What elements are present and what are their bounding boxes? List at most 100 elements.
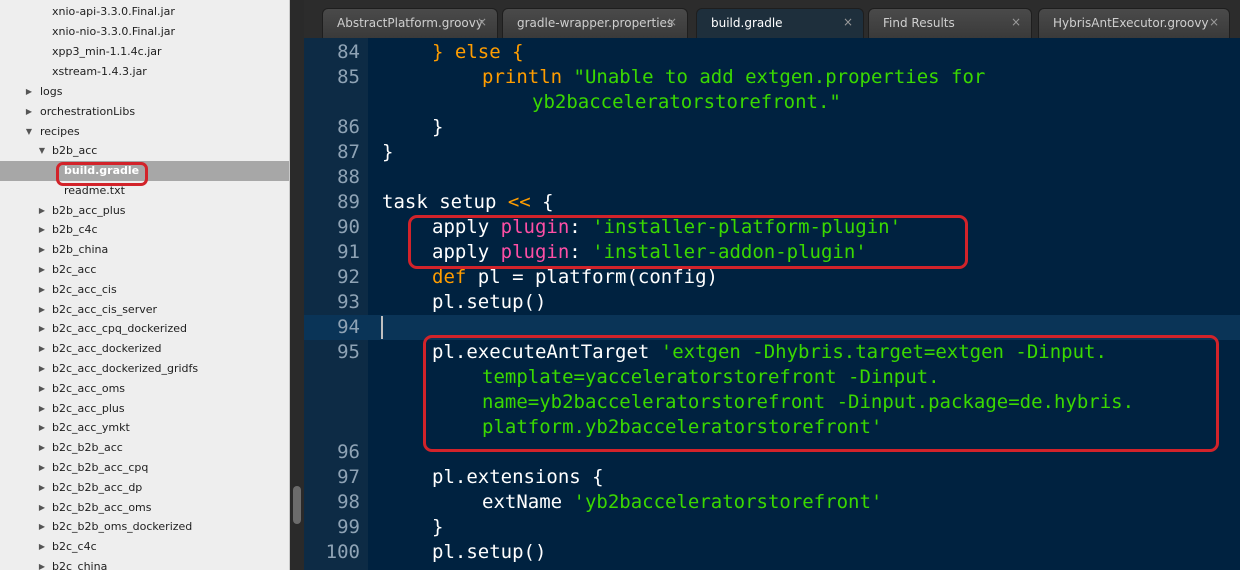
tree-file[interactable]: xpp3_min-1.1.4c.jar <box>0 42 289 62</box>
tree-folder-label: b2c_b2b_acc_cpq <box>52 461 149 474</box>
tree-folder[interactable]: ▶ b2b_c4c <box>0 220 289 240</box>
code-line-100: pl.setup() <box>432 541 547 563</box>
tree-folder[interactable]: ▶ b2c_acc_dockerized <box>0 339 289 359</box>
code-line-85-wrap: yb2bacceleratorstorefront." <box>532 90 841 115</box>
expand-arrow-icon[interactable]: ▶ <box>37 478 47 498</box>
code-token-string: "Unable to add extgen.properties for <box>573 66 986 88</box>
expand-arrow-icon[interactable]: ▶ <box>37 201 47 221</box>
tree-folder-label: b2b_china <box>52 243 109 256</box>
file-tree-sidebar: xnio-api-3.3.0.Final.jar xnio-nio-3.3.0.… <box>0 0 290 570</box>
tree-folder-label: b2c_acc_cis <box>52 283 117 296</box>
close-icon[interactable]: × <box>477 15 487 29</box>
expand-arrow-icon[interactable]: ▶ <box>37 498 47 518</box>
tree-folder[interactable]: ▶ b2c_b2b_acc_cpq <box>0 458 289 478</box>
highlight-box-apply-plugins <box>408 215 968 269</box>
text-caret <box>381 316 383 339</box>
tree-file[interactable]: xnio-api-3.3.0.Final.jar <box>0 2 289 22</box>
close-icon[interactable]: × <box>1209 15 1219 29</box>
tree-folder[interactable]: ▶ b2c_acc_cis_server <box>0 300 289 320</box>
tab-gradle-wrapper[interactable]: gradle-wrapper.properties × <box>502 8 688 38</box>
expand-arrow-icon[interactable]: ▶ <box>37 438 47 458</box>
close-icon[interactable]: × <box>667 15 677 29</box>
code-token-string: yb2bacceleratorstorefront." <box>532 91 841 113</box>
expand-arrow-icon[interactable]: ▶ <box>37 399 47 419</box>
tree-folder-orchestrationlibs[interactable]: ▶ orchestrationLibs <box>0 102 289 122</box>
tree-folder[interactable]: ▶ b2c_acc_plus <box>0 399 289 419</box>
tree-folder-label: b2c_b2b_oms_dockerized <box>52 520 193 533</box>
tree-folder-label: b2b_acc_plus <box>52 204 126 217</box>
tree-folder[interactable]: ▶ b2c_b2b_acc_oms <box>0 498 289 518</box>
tree-folder[interactable]: ▶ b2c_acc <box>0 260 289 280</box>
line-number: 85 <box>337 66 360 88</box>
tree-folder-label: b2c_b2b_acc <box>52 441 123 454</box>
line-number: 89 <box>337 191 360 213</box>
code-token-operator: << <box>507 191 531 213</box>
tab-label: Find Results <box>883 16 955 30</box>
tab-label: HybrisAntExecutor.groovy <box>1053 16 1209 30</box>
tree-folder[interactable]: ▶ b2c_china <box>0 557 289 570</box>
tree-folder-label: b2c_acc_dockerized <box>52 342 162 355</box>
sidebar-scrollbar-thumb[interactable] <box>293 486 301 524</box>
tree-folder-label: orchestrationLibs <box>40 105 136 118</box>
expand-arrow-icon[interactable]: ▶ <box>37 458 47 478</box>
code-editor[interactable]: 84 85 86 87 88 89 90 91 92 93 94 95 96 9… <box>304 38 1240 570</box>
tree-folder[interactable]: ▶ b2c_b2b_acc_dp <box>0 478 289 498</box>
code-token-string: 'yb2bacceleratorstorefront' <box>573 491 883 513</box>
line-number: 84 <box>337 41 360 63</box>
tree-folder[interactable]: ▶ b2b_acc_plus <box>0 201 289 221</box>
collapse-arrow-icon[interactable]: ▼ <box>37 141 47 161</box>
tab-find-results[interactable]: Find Results × <box>868 8 1032 38</box>
tab-label: gradle-wrapper.properties <box>517 16 674 30</box>
highlight-box-execute-ant-target <box>423 335 1219 452</box>
line-number: 95 <box>337 341 360 363</box>
tab-hybrisantexecutor[interactable]: HybrisAntExecutor.groovy × <box>1038 8 1230 38</box>
expand-arrow-icon[interactable]: ▶ <box>37 220 47 240</box>
tree-folder-label: b2c_acc_plus <box>52 402 125 415</box>
expand-arrow-icon[interactable]: ▶ <box>37 339 47 359</box>
tree-folder[interactable]: ▶ b2c_acc_oms <box>0 379 289 399</box>
line-number: 98 <box>337 491 360 513</box>
close-icon[interactable]: × <box>843 15 853 29</box>
tree-file[interactable]: xnio-nio-3.3.0.Final.jar <box>0 22 289 42</box>
line-number: 97 <box>337 466 360 488</box>
expand-arrow-icon[interactable]: ▶ <box>37 418 47 438</box>
expand-arrow-icon[interactable]: ▶ <box>37 537 47 557</box>
tree-folder-logs[interactable]: ▶ logs <box>0 82 289 102</box>
expand-arrow-icon[interactable]: ▶ <box>37 379 47 399</box>
expand-arrow-icon[interactable]: ▶ <box>37 280 47 300</box>
code-line-97: pl.extensions { <box>432 466 604 488</box>
tree-folder[interactable]: ▶ b2c_acc_cis <box>0 280 289 300</box>
tab-build-gradle[interactable]: build.gradle × <box>696 8 864 38</box>
expand-arrow-icon[interactable]: ▶ <box>37 260 47 280</box>
tree-folder[interactable]: ▶ b2c_acc_dockerized_gridfs <box>0 359 289 379</box>
expand-arrow-icon[interactable]: ▶ <box>37 517 47 537</box>
tree-folder-b2b-acc[interactable]: ▼ b2b_acc <box>0 141 289 161</box>
expand-arrow-icon[interactable]: ▶ <box>37 240 47 260</box>
code-line-84: } else { <box>432 40 524 65</box>
tree-folder[interactable]: ▶ b2c_acc_ymkt <box>0 418 289 438</box>
tree-folder-recipes[interactable]: ▼ recipes <box>0 122 289 142</box>
tree-folder-label: b2b_acc <box>52 144 98 157</box>
expand-arrow-icon[interactable]: ▶ <box>37 319 47 339</box>
line-number: 91 <box>337 241 360 263</box>
tree-folder[interactable]: ▶ b2c_b2b_oms_dockerized <box>0 517 289 537</box>
tree-folder[interactable]: ▶ b2b_china <box>0 240 289 260</box>
collapse-arrow-icon[interactable]: ▼ <box>24 122 34 142</box>
sidebar-scrollbar[interactable] <box>290 0 304 570</box>
expand-arrow-icon[interactable]: ▶ <box>37 300 47 320</box>
tree-folder[interactable]: ▶ b2c_c4c <box>0 537 289 557</box>
tree-file[interactable]: xstream-1.4.3.jar <box>0 62 289 82</box>
line-number: 93 <box>337 291 360 313</box>
tree-folder-label: b2c_c4c <box>52 540 97 553</box>
code-line-85: println "Unable to add extgen.properties… <box>482 65 985 90</box>
expand-arrow-icon[interactable]: ▶ <box>37 359 47 379</box>
close-icon[interactable]: × <box>1011 15 1021 29</box>
line-number: 90 <box>337 216 360 238</box>
line-number: 99 <box>337 516 360 538</box>
expand-arrow-icon[interactable]: ▶ <box>24 82 34 102</box>
tab-abstractplatform[interactable]: AbstractPlatform.groovy × <box>322 8 498 38</box>
tree-folder[interactable]: ▶ b2c_acc_cpq_dockerized <box>0 319 289 339</box>
expand-arrow-icon[interactable]: ▶ <box>37 557 47 570</box>
expand-arrow-icon[interactable]: ▶ <box>24 102 34 122</box>
tree-folder[interactable]: ▶ b2c_b2b_acc <box>0 438 289 458</box>
